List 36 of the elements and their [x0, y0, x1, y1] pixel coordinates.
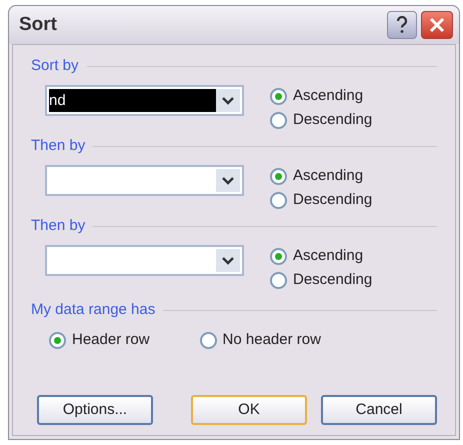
radio-label: Header row	[72, 331, 150, 349]
dropdown-button[interactable]	[216, 169, 240, 192]
group-label: My data range has	[31, 301, 156, 319]
group-label: Then by	[31, 137, 86, 155]
dialog-button[interactable]: Options...	[37, 395, 153, 425]
dropdown-button[interactable]	[216, 89, 240, 112]
radio-label: Descending	[293, 271, 372, 289]
radio-label: Descending	[293, 191, 372, 209]
close-icon	[429, 17, 445, 33]
help-icon	[396, 16, 408, 34]
radio-label: Ascending	[293, 247, 364, 265]
chevron-down-icon	[222, 176, 234, 184]
radio-label: Descending	[293, 111, 372, 129]
chevron-down-icon	[222, 96, 234, 104]
window-title: Sort	[19, 12, 57, 37]
dialog-button[interactable]: OK	[191, 395, 307, 425]
radio-button[interactable]	[270, 168, 287, 184]
combobox-value: nd	[49, 92, 66, 110]
radio-button[interactable]	[49, 332, 66, 348]
group-label: Then by	[31, 217, 86, 235]
dialog-button[interactable]: Cancel	[321, 395, 437, 425]
radio-button[interactable]	[270, 272, 287, 288]
group-label: Sort by	[31, 57, 79, 75]
radio-button[interactable]	[270, 248, 287, 264]
close-button[interactable]	[421, 11, 453, 39]
radio-label: Ascending	[293, 167, 364, 185]
help-button[interactable]	[387, 11, 417, 39]
radio-label: No header row	[222, 331, 321, 349]
dropdown-button[interactable]	[216, 249, 240, 272]
radio-label: Ascending	[293, 87, 364, 105]
radio-button[interactable]	[270, 88, 287, 104]
radio-button[interactable]	[270, 112, 287, 128]
radio-button[interactable]	[270, 192, 287, 208]
chevron-down-icon	[222, 256, 234, 264]
sort-combobox[interactable]: nd	[45, 85, 244, 116]
radio-button[interactable]	[200, 332, 217, 348]
